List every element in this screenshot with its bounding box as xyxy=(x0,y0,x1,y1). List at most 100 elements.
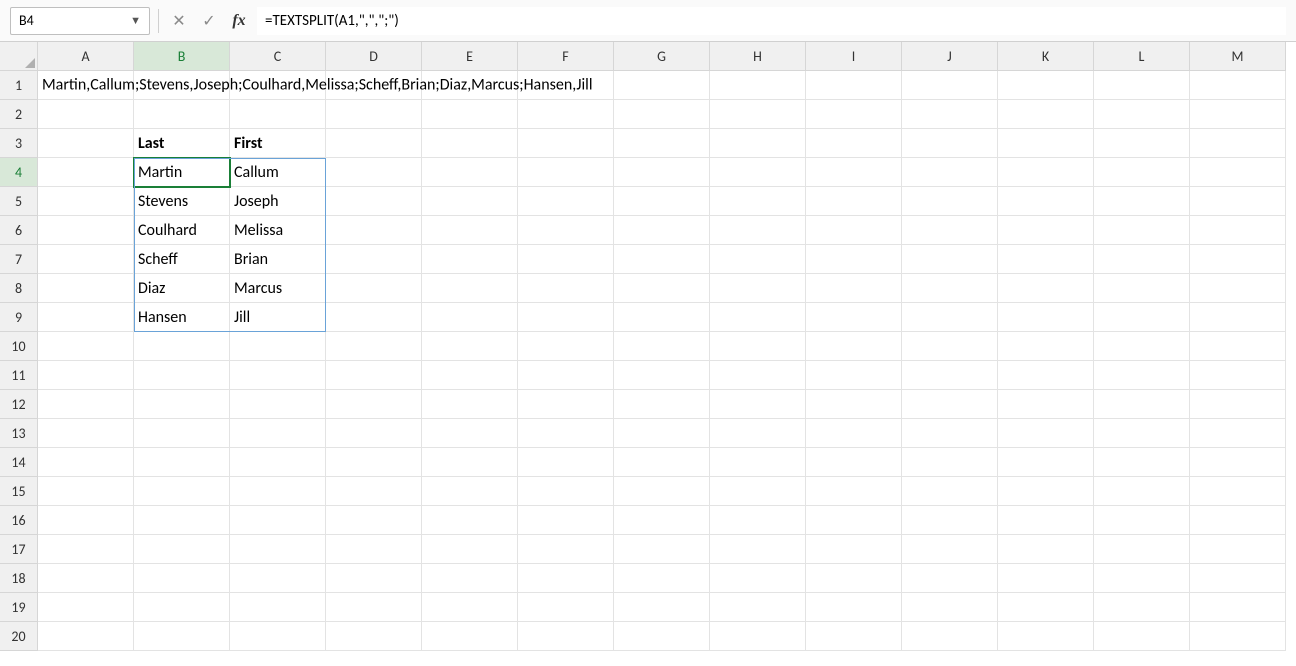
cell-M1[interactable] xyxy=(1190,71,1286,100)
cell-G7[interactable] xyxy=(614,245,710,274)
column-header-I[interactable]: I xyxy=(806,42,902,71)
cell-K14[interactable] xyxy=(998,448,1094,477)
cell-L12[interactable] xyxy=(1094,390,1190,419)
cell-E11[interactable] xyxy=(422,361,518,390)
cell-C18[interactable] xyxy=(230,564,326,593)
cell-G2[interactable] xyxy=(614,100,710,129)
cell-G8[interactable] xyxy=(614,274,710,303)
cell-H10[interactable] xyxy=(710,332,806,361)
cell-B15[interactable] xyxy=(134,477,230,506)
cell-K18[interactable] xyxy=(998,564,1094,593)
cell-D11[interactable] xyxy=(326,361,422,390)
cell-H14[interactable] xyxy=(710,448,806,477)
cell-C9[interactable]: Jill xyxy=(230,303,326,332)
cell-H18[interactable] xyxy=(710,564,806,593)
row-header-8[interactable]: 8 xyxy=(0,274,38,303)
cell-I12[interactable] xyxy=(806,390,902,419)
cell-D3[interactable] xyxy=(326,129,422,158)
cell-K12[interactable] xyxy=(998,390,1094,419)
row-header-16[interactable]: 16 xyxy=(0,506,38,535)
cell-I1[interactable] xyxy=(806,71,902,100)
column-header-E[interactable]: E xyxy=(422,42,518,71)
cell-B9[interactable]: Hansen xyxy=(134,303,230,332)
cell-B5[interactable]: Stevens xyxy=(134,187,230,216)
column-header-B[interactable]: B xyxy=(134,42,230,71)
cell-H20[interactable] xyxy=(710,622,806,651)
cell-H13[interactable] xyxy=(710,419,806,448)
cell-K13[interactable] xyxy=(998,419,1094,448)
cell-F15[interactable] xyxy=(518,477,614,506)
row-header-10[interactable]: 10 xyxy=(0,332,38,361)
cell-M8[interactable] xyxy=(1190,274,1286,303)
cell-M18[interactable] xyxy=(1190,564,1286,593)
cell-A1[interactable]: Martin,Callum;Stevens,Joseph;Coulhard,Me… xyxy=(38,71,134,100)
row-header-11[interactable]: 11 xyxy=(0,361,38,390)
cell-I10[interactable] xyxy=(806,332,902,361)
row-header-13[interactable]: 13 xyxy=(0,419,38,448)
cell-J3[interactable] xyxy=(902,129,998,158)
cell-K3[interactable] xyxy=(998,129,1094,158)
cell-M2[interactable] xyxy=(1190,100,1286,129)
cell-H2[interactable] xyxy=(710,100,806,129)
column-header-H[interactable]: H xyxy=(710,42,806,71)
row-header-12[interactable]: 12 xyxy=(0,390,38,419)
confirm-formula-button[interactable]: ✓ xyxy=(197,9,221,33)
cell-D2[interactable] xyxy=(326,100,422,129)
cell-J12[interactable] xyxy=(902,390,998,419)
cell-F18[interactable] xyxy=(518,564,614,593)
cell-H4[interactable] xyxy=(710,158,806,187)
cell-G18[interactable] xyxy=(614,564,710,593)
cell-B14[interactable] xyxy=(134,448,230,477)
cell-E15[interactable] xyxy=(422,477,518,506)
cell-I7[interactable] xyxy=(806,245,902,274)
cell-A5[interactable] xyxy=(38,187,134,216)
cell-D17[interactable] xyxy=(326,535,422,564)
cell-F16[interactable] xyxy=(518,506,614,535)
cell-K16[interactable] xyxy=(998,506,1094,535)
cell-B13[interactable] xyxy=(134,419,230,448)
cell-I8[interactable] xyxy=(806,274,902,303)
cell-D19[interactable] xyxy=(326,593,422,622)
row-header-19[interactable]: 19 xyxy=(0,593,38,622)
cell-H11[interactable] xyxy=(710,361,806,390)
cell-E4[interactable] xyxy=(422,158,518,187)
cell-C12[interactable] xyxy=(230,390,326,419)
column-header-J[interactable]: J xyxy=(902,42,998,71)
row-header-20[interactable]: 20 xyxy=(0,622,38,651)
cell-M11[interactable] xyxy=(1190,361,1286,390)
cell-I9[interactable] xyxy=(806,303,902,332)
row-header-2[interactable]: 2 xyxy=(0,100,38,129)
cell-C5[interactable]: Joseph xyxy=(230,187,326,216)
cell-K5[interactable] xyxy=(998,187,1094,216)
cell-I15[interactable] xyxy=(806,477,902,506)
cell-I16[interactable] xyxy=(806,506,902,535)
row-header-9[interactable]: 9 xyxy=(0,303,38,332)
cell-J9[interactable] xyxy=(902,303,998,332)
column-header-K[interactable]: K xyxy=(998,42,1094,71)
cell-K17[interactable] xyxy=(998,535,1094,564)
cell-A8[interactable] xyxy=(38,274,134,303)
cell-H9[interactable] xyxy=(710,303,806,332)
cell-G11[interactable] xyxy=(614,361,710,390)
cell-D10[interactable] xyxy=(326,332,422,361)
column-header-D[interactable]: D xyxy=(326,42,422,71)
cell-J14[interactable] xyxy=(902,448,998,477)
cell-J6[interactable] xyxy=(902,216,998,245)
cell-E8[interactable] xyxy=(422,274,518,303)
cell-D20[interactable] xyxy=(326,622,422,651)
cell-A11[interactable] xyxy=(38,361,134,390)
cell-L13[interactable] xyxy=(1094,419,1190,448)
cell-F13[interactable] xyxy=(518,419,614,448)
cell-G3[interactable] xyxy=(614,129,710,158)
select-all-corner[interactable] xyxy=(0,42,38,71)
cell-A15[interactable] xyxy=(38,477,134,506)
row-header-14[interactable]: 14 xyxy=(0,448,38,477)
row-header-4[interactable]: 4 xyxy=(0,158,38,187)
cell-G5[interactable] xyxy=(614,187,710,216)
cell-H6[interactable] xyxy=(710,216,806,245)
insert-function-button[interactable]: fx xyxy=(227,9,251,33)
column-header-A[interactable]: A xyxy=(38,42,134,71)
cell-G6[interactable] xyxy=(614,216,710,245)
cell-E17[interactable] xyxy=(422,535,518,564)
cell-I13[interactable] xyxy=(806,419,902,448)
